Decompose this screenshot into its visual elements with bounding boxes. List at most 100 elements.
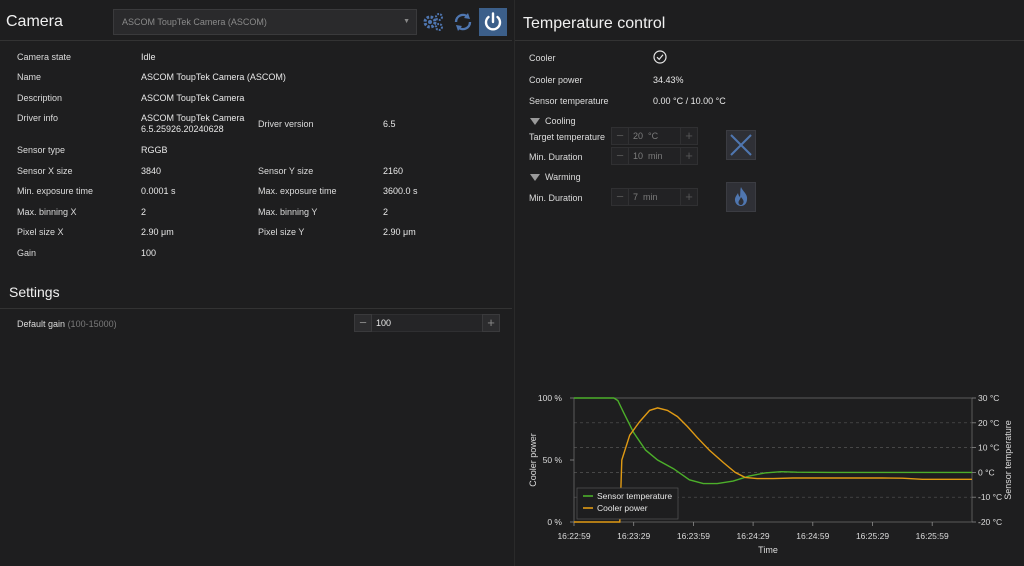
min-exposure-label: Min. exposure time [17,186,94,196]
warm-duration-decrement-button[interactable]: − [611,188,629,206]
y-right-tick-label: 30 °C [978,393,999,403]
target-temperature-increment-button[interactable]: + [680,127,698,145]
warming-expander[interactable]: Warming [530,172,581,182]
refresh-icon [454,13,472,31]
cooler-on-check-icon [653,50,667,64]
x-tick-label: 16:24:29 [737,531,770,541]
pixel-size-y-value: 2.90 μm [383,227,416,237]
description-label: Description [17,93,63,103]
max-binning-x-label: Max. binning X [17,207,77,217]
refresh-devices-button[interactable] [449,8,477,36]
description-value: ASCOM ToupTek Camera [141,93,245,103]
max-exposure-value: 3600.0 s [383,186,418,196]
x-tick-label: 16:24:59 [796,531,829,541]
legend-label: Cooler power [597,503,648,513]
chart-legend: Sensor temperature Cooler power [576,487,679,520]
target-temperature-input[interactable]: 20 °C [629,127,680,145]
gain-label: Gain [17,248,37,258]
warm-duration-value: 7 [633,192,639,202]
y-left-tick-label: 0 % [547,517,562,527]
camera-settings-button[interactable] [419,8,447,36]
warm-duration-increment-button[interactable]: + [680,188,698,206]
driver-info-value-line1: ASCOM ToupTek Camera [141,113,245,123]
name-label: Name [17,72,42,82]
camera-device-select[interactable]: ASCOM ToupTek Camera (ASCOM) ▼ [113,9,417,35]
default-gain-decrement-button[interactable]: − [354,314,372,332]
chart-grid [574,422,972,498]
sensor-y-size-value: 2160 [383,166,404,176]
cool-duration-value: 10 [633,151,644,161]
camera-device-select-value: ASCOM ToupTek Camera (ASCOM) [122,17,267,27]
max-binning-y-value: 2 [383,207,389,217]
x-tick-label: 16:22:59 [557,531,590,541]
sensor-x-size-value: 3840 [141,166,162,176]
disconnect-button[interactable] [479,8,507,36]
warm-duration-input[interactable]: 7 min [629,188,680,206]
flame-icon [734,187,748,206]
driver-info-label: Driver info [17,113,59,123]
x-tick-label: 16:23:59 [677,531,710,541]
expand-triangle-icon [530,118,540,126]
legend-label: Sensor temperature [597,491,672,501]
expand-triangle-icon [530,174,540,182]
sensor-temperature-label: Sensor temperature [529,96,609,106]
gears-icon [423,13,443,31]
camera-state-label: Camera state [17,52,72,62]
pixel-size-x-label: Pixel size X [17,227,64,237]
y-right-tick-label: 0 °C [978,467,995,477]
driver-version-value: 6.5 [383,119,396,129]
cool-duration-input[interactable]: 10 min [629,147,680,165]
default-gain-label-text: Default gain [17,319,66,329]
default-gain-input[interactable]: 100 [372,314,482,332]
sensor-type-label: Sensor type [17,145,66,155]
settings-divider [0,308,512,309]
x-axis-title: Time [758,545,778,555]
sensor-temperature-value: 0.00 °C / 10.00 °C [653,96,726,106]
sensor-temperature-line [574,397,972,485]
y-left-tick-label: 100 % [538,393,563,403]
cool-duration-decrement-button[interactable]: − [611,147,629,165]
driver-info-value-line2: 6.5.25926.20240628 [141,124,224,134]
y-right-axis-title: Sensor temperature [1003,420,1013,500]
settings-title: Settings [9,284,60,300]
cooling-cancel-button[interactable] [726,130,756,160]
cool-duration-unit: min [648,151,663,161]
x-tick-label: 16:25:59 [916,531,949,541]
max-binning-y-label: Max. binning Y [258,207,318,217]
warm-duration-label: Min. Duration [529,193,583,203]
warming-expander-label: Warming [545,172,581,182]
cool-duration-increment-button[interactable]: + [680,147,698,165]
camera-header: Camera ASCOM ToupTek Camera (ASCOM) ▼ [0,0,512,41]
default-gain-range: (100-15000) [67,319,117,329]
cooling-expander[interactable]: Cooling [530,116,576,126]
temperature-chart: 30 °C 20 °C 10 °C 0 °C -10 °C -20 °C 100 % 50 %… [528,393,1013,555]
cooler-power-value: 34.43% [653,75,684,85]
target-temperature-unit: °C [648,131,659,141]
warming-start-button[interactable] [726,182,756,212]
camera-title: Camera [6,13,63,30]
default-gain-increment-button[interactable]: + [482,314,500,332]
name-value: ASCOM ToupTek Camera (ASCOM) [141,72,286,82]
gain-value: 100 [141,248,157,258]
chart-axes: 30 °C 20 °C 10 °C 0 °C -10 °C -20 °C 100 % 50 %… [528,393,1013,555]
y-right-tick-label: -20 °C [978,517,1002,527]
max-exposure-label: Max. exposure time [258,186,337,196]
x-tick-label: 16:23:29 [617,531,650,541]
sensor-type-value: RGGB [141,145,168,155]
y-right-tick-label: 10 °C [978,443,999,453]
x-tick-label: 16:25:29 [856,531,889,541]
cancel-x-icon [730,134,752,156]
y-left-tick-label: 50 % [543,455,563,465]
default-gain-label: Default gain (100-15000) [17,319,117,329]
target-temperature-decrement-button[interactable]: − [611,127,629,145]
temperature-title: Temperature control [523,15,666,32]
sensor-y-size-label: Sensor Y size [258,166,314,176]
y-left-axis-title: Cooler power [528,433,538,487]
chevron-down-icon: ▼ [403,18,410,25]
temperature-divider [515,40,1024,41]
power-icon [484,12,502,31]
target-temperature-label: Target temperature [529,132,606,142]
y-right-tick-label: -10 °C [978,492,1002,502]
camera-panel: Camera ASCOM ToupTek Camera (ASCOM) ▼ Ca… [0,0,512,566]
warm-duration-unit: min [643,192,658,202]
